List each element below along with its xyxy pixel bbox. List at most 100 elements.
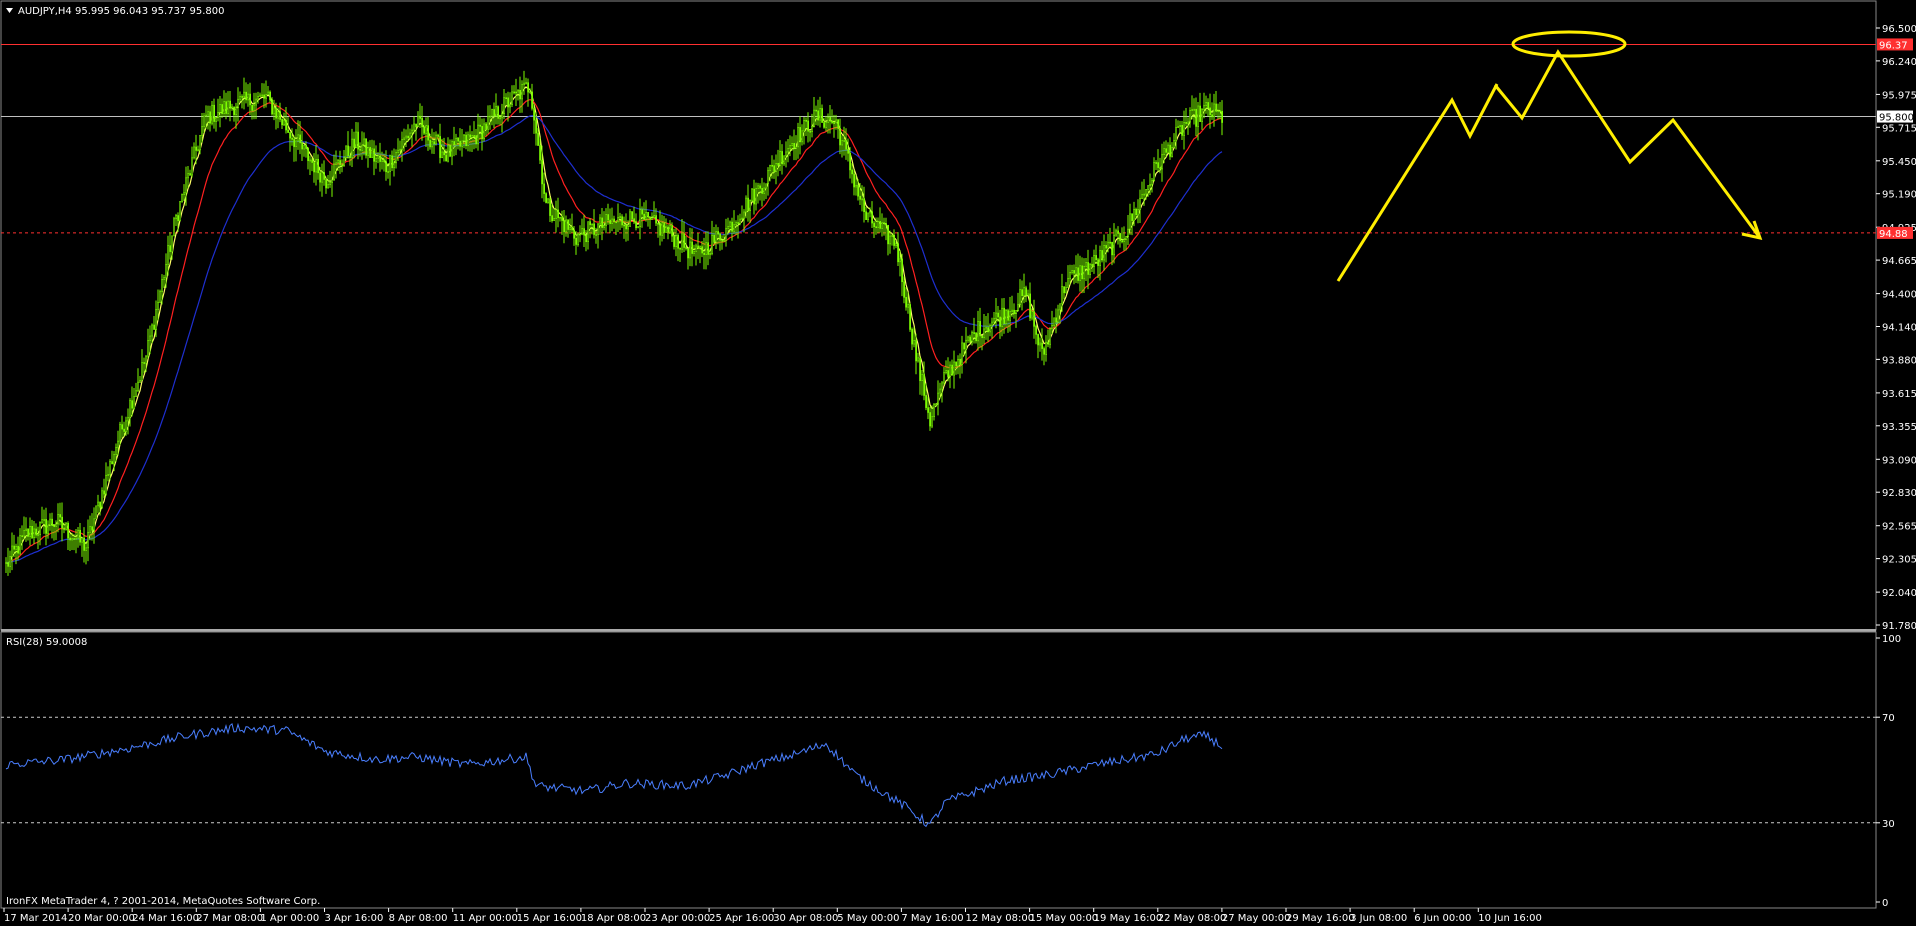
candle: [303, 144, 306, 157]
candle: [5, 557, 8, 574]
candle: [563, 209, 566, 244]
candle: [1015, 310, 1018, 328]
rsi-tick-label: 100: [1882, 634, 1901, 645]
candle: [609, 208, 612, 234]
candle: [285, 107, 288, 134]
candle: [799, 116, 802, 155]
candle: [389, 154, 392, 186]
candle: [921, 370, 924, 396]
candle: [583, 214, 586, 248]
candle: [703, 237, 706, 270]
candle: [1031, 308, 1034, 321]
candle: [687, 247, 690, 270]
candle: [587, 221, 590, 250]
candle: [507, 91, 510, 122]
time-tick-label: 22 May 08:00: [1158, 913, 1227, 924]
candle: [841, 135, 844, 158]
candle: [967, 335, 970, 343]
candle: [1181, 120, 1184, 140]
candle: [1007, 308, 1010, 333]
rsi-header: RSI(28) 59.0008: [6, 637, 87, 648]
candle: [821, 104, 824, 123]
candle: [659, 210, 662, 246]
candle: [1137, 199, 1140, 224]
candle: [905, 287, 908, 311]
candle: [439, 123, 442, 164]
candle: [111, 450, 114, 465]
resistance-price-tag: 96.37: [1877, 38, 1913, 51]
candle: [1143, 179, 1146, 206]
time-tick-label: 23 Apr 00:00: [645, 913, 710, 924]
candle: [51, 512, 54, 539]
candle: [453, 126, 456, 157]
candle: [1065, 282, 1068, 294]
price-tick-label: 93.615: [1882, 389, 1916, 400]
projection-zigzag[interactable]: [1493, 49, 1762, 239]
candle: [479, 116, 482, 140]
candle: [405, 129, 408, 147]
candle: [61, 502, 64, 542]
price-tick-label: 96.500: [1882, 24, 1916, 35]
candle: [795, 135, 798, 161]
candle: [695, 243, 698, 266]
candle: [1199, 92, 1202, 122]
candle: [1123, 226, 1126, 251]
candle: [797, 122, 800, 159]
candle: [179, 201, 182, 222]
candle: [93, 507, 96, 544]
dropdown-triangle-icon[interactable]: [6, 8, 13, 13]
candle: [1133, 201, 1136, 227]
candle: [347, 131, 350, 159]
candle: [395, 149, 398, 169]
candle: [207, 105, 210, 130]
candle: [527, 78, 530, 107]
time-tick-label: 15 May 00:00: [1030, 913, 1099, 924]
candle: [231, 103, 234, 111]
candle: [847, 138, 850, 162]
candle: [873, 220, 876, 239]
candle: [1095, 244, 1098, 264]
candle: [1179, 120, 1182, 134]
candle: [427, 116, 430, 151]
candle: [223, 90, 226, 117]
candle: [35, 523, 38, 539]
candle: [21, 525, 24, 550]
candle: [859, 183, 862, 206]
candle: [1087, 249, 1090, 290]
candle: [705, 231, 708, 270]
time-tick-label: 17 Mar 2014: [4, 913, 67, 924]
candle: [83, 527, 86, 563]
time-tick-label: 5 May 00:00: [837, 913, 899, 924]
candle: [699, 245, 702, 264]
candle: [581, 218, 584, 236]
candle: [567, 219, 570, 238]
candle: [57, 503, 60, 533]
candle: [753, 179, 756, 215]
candle: [1053, 317, 1056, 328]
candle: [261, 83, 264, 97]
candle: [11, 532, 14, 571]
candle: [691, 228, 694, 267]
candle: [483, 118, 486, 142]
candle: [725, 218, 728, 247]
candle: [253, 92, 256, 120]
candle: [1037, 333, 1040, 359]
candle: [631, 210, 634, 220]
trend-entry-line[interactable]: [1336, 83, 1499, 282]
time-tick-label: 18 Apr 08:00: [581, 913, 646, 924]
candle: [1091, 256, 1094, 273]
candle: [951, 359, 954, 376]
price-tick-label: 93.880: [1882, 355, 1916, 366]
horizontal-levels: [1, 43, 1876, 234]
candle: [991, 317, 994, 339]
candle: [547, 197, 550, 204]
projection-drawing[interactable]: [1336, 30, 1763, 282]
price-tick-label: 93.355: [1882, 422, 1916, 433]
candle: [245, 82, 248, 104]
candle: [937, 380, 940, 416]
candle: [551, 203, 554, 223]
price-chart[interactable]: 96.50096.24095.97595.71595.45095.19094.9…: [0, 0, 1916, 926]
candle: [211, 101, 214, 126]
candle: [853, 169, 856, 196]
candle: [599, 214, 602, 235]
